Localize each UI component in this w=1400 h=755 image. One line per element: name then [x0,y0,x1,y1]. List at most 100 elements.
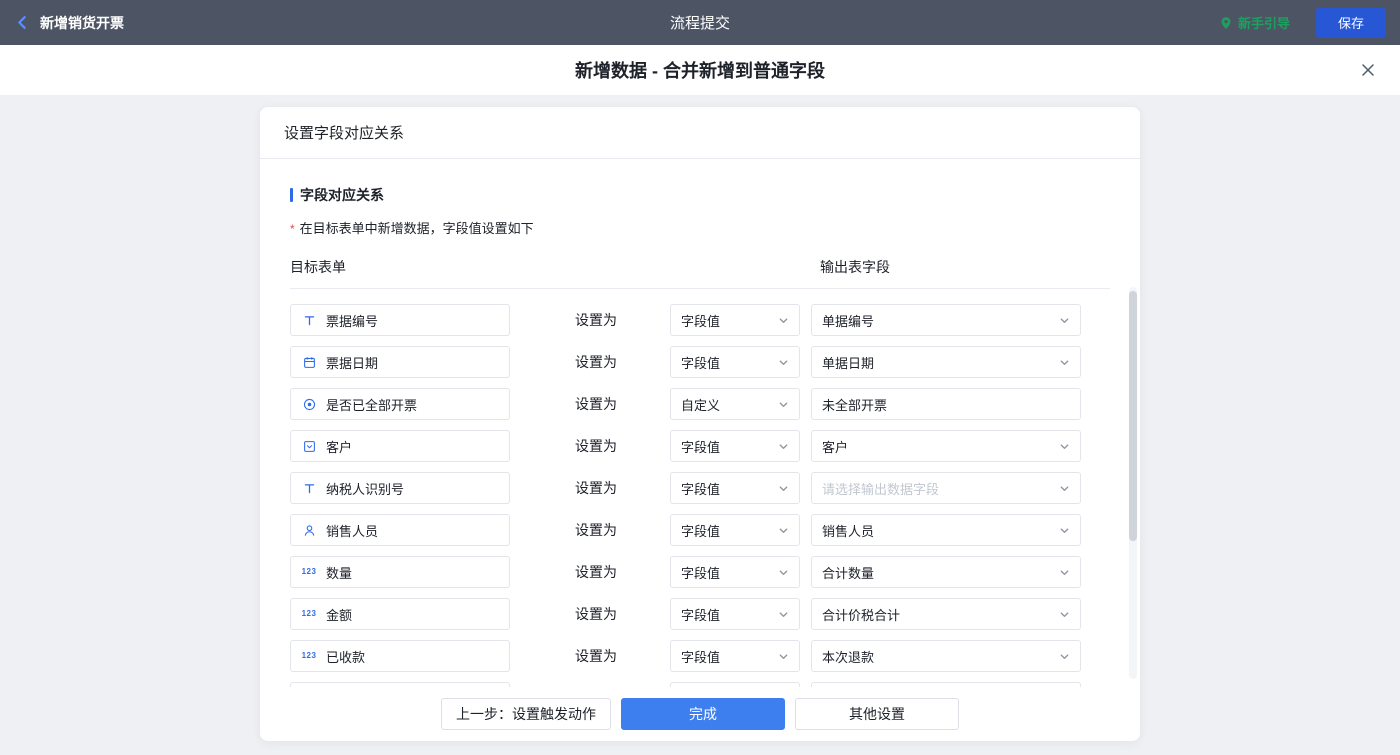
value-mode-select[interactable]: 字段值 [670,598,800,630]
set-as-label: 设置为 [575,604,619,624]
target-field-box[interactable]: 是否已全部开票 [290,388,510,420]
other-settings-button[interactable]: 其他设置 [795,698,959,730]
output-field-value: 销售人员 [822,521,874,540]
card-title: 设置字段对应关系 [260,107,1140,159]
target-field-box[interactable]: 客户 [290,430,510,462]
chevron-down-icon [778,441,789,452]
section-title-text: 字段对应关系 [300,185,384,205]
set-as-label: 设置为 [575,520,619,540]
set-as-label: 设置为 [575,436,619,456]
chevron-down-icon [778,651,789,662]
field-mapping-row: 123 金额 设置为 字段值 合计价税合计 [290,598,1110,630]
value-mode-select[interactable]: 字段值 [670,304,800,336]
target-field-name: 是否已全部开票 [326,395,417,414]
set-as-label: 设置为 [575,394,619,414]
value-mode-select[interactable]: 字段值 [670,472,800,504]
chevron-down-icon [778,483,789,494]
target-field-box[interactable]: 销售人员 [290,514,510,546]
field-type-icon: 123 [301,610,317,618]
previous-step-button[interactable]: 上一步：设置触发动作 [441,698,611,730]
output-field-select[interactable]: 单据编号 [811,304,1081,336]
column-headers: 目标表单 输出表字段 [290,257,1110,277]
save-button[interactable]: 保存 [1316,8,1386,38]
target-field-box[interactable]: 123 金额 [290,598,510,630]
back-button[interactable]: 新增销货开票 [14,13,124,33]
output-field-value: 未全部开票 [822,395,887,414]
card-footer: 上一步：设置触发动作 完成 其他设置 [260,687,1140,741]
field-mapping-row: 是否已全部开票 设置为 自定义 未全部开票 [290,388,1110,420]
field-mapping-row: 纳税人识别号 设置为 字段值 请选择输出数据字段 [290,472,1110,504]
target-field-box[interactable]: 123 已收款 [290,640,510,672]
location-pin-icon [1219,16,1233,30]
section-heading: 字段对应关系 [290,185,1110,205]
value-mode-select[interactable]: 字段值 [670,640,800,672]
field-mapping-row: 客户 设置为 字段值 客户 [290,430,1110,462]
output-field-select[interactable]: 单据日期 [811,346,1081,378]
output-field-select[interactable]: 客户 [811,430,1081,462]
field-type-icon [301,482,317,495]
target-field-name: 销售人员 [326,521,378,540]
field-type-icon: 123 [301,568,317,576]
dialog-body: 设置字段对应关系 字段对应关系 * 在目标表单中新增数据，字段值设置如下 目标表单… [0,95,1400,755]
target-field-name: 客户 [326,437,352,456]
target-field-box[interactable]: 123 数量 [290,556,510,588]
output-field-select[interactable]: 未全部开票 [811,388,1081,420]
section-note: * 在目标表单中新增数据，字段值设置如下 [290,218,1110,237]
chevron-down-icon [1059,357,1070,368]
required-asterisk: * [290,222,295,236]
output-field-select[interactable]: 请选择输出数据字段 [811,472,1081,504]
set-as-label: 设置为 [575,646,619,666]
field-type-icon [301,440,317,453]
section-note-text: 在目标表单中新增数据，字段值设置如下 [300,221,534,236]
column-header-output-fields: 输出表字段 [820,257,890,277]
value-mode-value: 字段值 [681,563,720,582]
beginner-guide-button[interactable]: 新手引导 [1219,13,1290,32]
output-field-value: 单据日期 [822,353,874,372]
value-mode-select[interactable]: 字段值 [670,556,800,588]
chevron-down-icon [1059,441,1070,452]
section-accent-bar [290,188,293,202]
target-field-box[interactable]: 纳税人识别号 [290,472,510,504]
close-button[interactable] [1360,62,1376,78]
target-field-box[interactable]: 票据日期 [290,346,510,378]
field-mapping-row: 123 已收款 设置为 字段值 本次退款 [290,640,1110,672]
topbar-actions: 新手引导 保存 [1219,8,1386,38]
value-mode-value: 字段值 [681,479,720,498]
value-mode-value: 字段值 [681,353,720,372]
value-mode-value: 字段值 [681,647,720,666]
output-field-select[interactable]: 合计价税合计 [811,598,1081,630]
set-as-label: 设置为 [575,352,619,372]
output-field-value: 合计价税合计 [822,605,900,624]
field-mapping-row: 销售人员 设置为 字段值 销售人员 [290,514,1110,546]
chevron-left-icon [14,14,31,31]
value-mode-select[interactable]: 字段值 [670,430,800,462]
scrollbar-thumb[interactable] [1129,291,1137,541]
output-field-value: 客户 [822,437,848,456]
scrollbar-track[interactable] [1129,287,1137,679]
output-field-value: 本次退款 [822,647,874,666]
column-header-target-form: 目标表单 [290,259,346,275]
value-mode-value: 字段值 [681,311,720,330]
target-field-box[interactable]: 票据编号 [290,304,510,336]
chevron-down-icon [778,399,789,410]
value-mode-select[interactable]: 字段值 [670,346,800,378]
set-as-label: 设置为 [575,562,619,582]
set-as-label: 设置为 [575,310,619,330]
output-field-select[interactable]: 本次退款 [811,640,1081,672]
set-as-label: 设置为 [575,478,619,498]
chevron-down-icon [1059,651,1070,662]
value-mode-value: 字段值 [681,521,720,540]
value-mode-value: 字段值 [681,437,720,456]
chevron-down-icon [1059,609,1070,620]
value-mode-select[interactable]: 字段值 [670,514,800,546]
output-field-select[interactable]: 合计数量 [811,556,1081,588]
output-field-select[interactable]: 销售人员 [811,514,1081,546]
value-mode-select[interactable]: 自定义 [670,388,800,420]
value-mode-value: 自定义 [681,395,720,414]
field-type-icon [301,314,317,327]
done-button[interactable]: 完成 [621,698,785,730]
guide-label: 新手引导 [1238,13,1290,32]
field-mapping-rows: 票据编号 设置为 字段值 单据编号 票据日期 设置为 字段值 单据日期 是否已全 [290,289,1110,687]
value-mode-value: 字段值 [681,605,720,624]
dialog-header: 新增数据 - 合并新增到普通字段 [0,45,1400,95]
